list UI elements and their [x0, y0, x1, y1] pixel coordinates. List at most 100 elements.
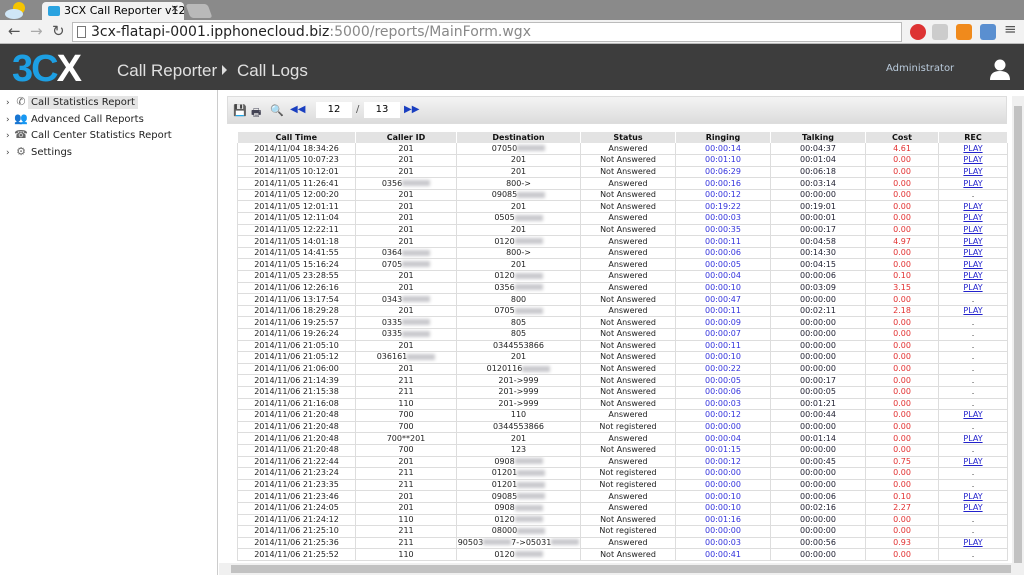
table-row[interactable]: 2014/11/06 19:26:24 0335 805 Not Answered 00… [237, 328, 1008, 341]
redacted-number [514, 272, 543, 279]
horizontal-scrollbar[interactable] [219, 563, 1024, 575]
table-row[interactable]: 2014/11/06 21:24:05 201 0908 Answered 00:00:… [237, 502, 1008, 515]
sidebar-item-call-center[interactable]: › ☎ Call Center Statistics Report [6, 128, 175, 143]
table-row[interactable]: 2014/11/06 21:05:12 036161 201 Not Answered… [237, 351, 1008, 364]
table-row[interactable]: 2014/11/06 21:23:46 201 09085 Answered 00:00… [237, 490, 1008, 503]
chevron-right-icon[interactable]: › [6, 115, 14, 125]
new-tab-button[interactable] [185, 4, 213, 18]
chevron-right-icon[interactable]: › [6, 148, 14, 158]
vertical-scrollbar[interactable] [1012, 96, 1024, 563]
table-row[interactable]: 2014/11/06 21:15:38 211 201->999 Not Answer… [237, 386, 1008, 399]
play-link[interactable]: PLAY [963, 202, 982, 211]
table-row[interactable]: 2014/11/06 21:25:10 211 08000 Not registere… [237, 525, 1008, 538]
user-name[interactable]: Administrator [886, 63, 954, 74]
redacted-number [514, 551, 543, 558]
table-row[interactable]: 2014/11/06 21:20:48 700**201 201 Answered 00… [237, 432, 1008, 445]
table-row[interactable]: 2014/11/06 21:22:44 201 0908 Answered 00:00:… [237, 456, 1008, 469]
play-link[interactable]: PLAY [963, 538, 982, 547]
scroll-thumb[interactable] [231, 565, 1011, 573]
play-link[interactable]: PLAY [963, 271, 982, 280]
table-row[interactable]: 2014/11/06 21:20:48 700 110 Answered 00:00:1… [237, 409, 1008, 422]
column-header[interactable]: REC [938, 132, 1008, 143]
table-row[interactable]: 2014/11/06 21:23:24 211 01201 Not registere… [237, 467, 1008, 480]
cell-talking: 00:00:00 [770, 479, 866, 492]
column-header[interactable]: Ringing [675, 132, 771, 143]
table-row[interactable]: 2014/11/06 18:29:28 201 0705 Answered 00:00:… [237, 305, 1008, 318]
forward-icon[interactable]: → [30, 22, 43, 40]
table-row[interactable]: 2014/11/05 15:16:24 0705 201 Answered 00:00:… [237, 258, 1008, 272]
play-link[interactable]: PLAY [963, 410, 982, 419]
last-page-icon[interactable]: ▶▶ [404, 104, 419, 115]
table-row[interactable]: 2014/11/06 13:17:54 0343 800 Not Answered 00… [237, 293, 1008, 306]
first-page-icon[interactable]: ◀◀ [290, 104, 305, 115]
column-header[interactable]: Destination [456, 132, 581, 143]
table-row[interactable]: 2014/11/06 21:25:52 110 0120 Not Answered 00… [237, 548, 1008, 561]
play-link[interactable]: PLAY [963, 434, 982, 443]
column-header[interactable]: Cost [865, 132, 939, 143]
table-row[interactable]: 2014/11/05 12:00:20 201 09085 Not Answered 0… [237, 189, 1008, 202]
close-tab-icon[interactable]: ✕ [171, 4, 179, 15]
table-row[interactable]: 2014/11/06 21:20:48 700 123 Not Answered 00:… [237, 444, 1008, 457]
table-row[interactable]: 2014/11/05 23:28:55 201 0120 Answered 00:00:… [237, 270, 1008, 283]
table-row[interactable]: 2014/11/04 18:34:26 201 07050 Answered 00:00… [237, 143, 1008, 156]
column-header[interactable]: Status [580, 132, 676, 143]
play-link[interactable]: PLAY [963, 225, 982, 234]
table-row[interactable]: 2014/11/05 10:07:23 201 201 Not Answered 00:… [237, 154, 1008, 167]
play-link[interactable]: PLAY [963, 155, 982, 164]
cell-ringing: 00:00:00 [675, 479, 771, 492]
play-link[interactable]: PLAY [963, 503, 982, 512]
chevron-right-icon[interactable]: › [6, 98, 14, 108]
play-link[interactable]: PLAY [963, 492, 982, 501]
table-row[interactable]: 2014/11/05 12:11:04 201 0505 Answered 00:00:… [237, 212, 1008, 225]
play-link[interactable]: PLAY [963, 179, 982, 188]
table-row[interactable]: 2014/11/05 11:26:41 0356 800-> Answered 00:0… [237, 177, 1008, 190]
play-link[interactable]: PLAY [963, 213, 982, 222]
play-link[interactable]: PLAY [963, 306, 982, 315]
menu-icon[interactable]: ≡ [1004, 20, 1017, 38]
table-row[interactable]: 2014/11/06 19:25:57 0335 805 Not Answered 00… [237, 316, 1008, 329]
chevron-right-icon[interactable]: › [6, 131, 14, 141]
play-link[interactable]: PLAY [963, 144, 982, 153]
extension-icon[interactable] [980, 24, 996, 40]
breadcrumb-app[interactable]: Call Reporter [117, 61, 217, 81]
play-link[interactable]: PLAY [963, 457, 982, 466]
table-row[interactable]: 2014/11/06 21:05:10 201 0344553866 Not Answ… [237, 340, 1008, 353]
user-icon[interactable] [989, 58, 1011, 80]
table-row[interactable]: 2014/11/05 14:41:55 0364 800-> Answered 00:0… [237, 247, 1008, 260]
extension-icon[interactable] [956, 24, 972, 40]
play-link[interactable]: PLAY [963, 260, 982, 269]
browser-tab[interactable]: 3CX Call Reporter v12.0 ✕ [42, 2, 184, 20]
extension-icon[interactable] [932, 24, 948, 40]
sidebar-item-advanced-reports[interactable]: › 👥 Advanced Call Reports [6, 112, 147, 127]
save-icon[interactable]: 💾 [233, 104, 247, 117]
column-header[interactable]: Caller ID [355, 132, 457, 143]
table-row[interactable]: 2014/11/06 21:25:36 211 90503 7->05031 Answe… [237, 537, 1008, 550]
table-row[interactable]: 2014/11/05 12:22:11 201 201 Not Answered 00:… [237, 224, 1008, 237]
play-link[interactable]: PLAY [963, 248, 982, 257]
extension-icon[interactable] [910, 24, 926, 40]
scroll-thumb[interactable] [1014, 106, 1022, 563]
print-icon[interactable]: 🖶 [251, 104, 261, 123]
sidebar-item-settings[interactable]: › ⚙ Settings [6, 145, 75, 160]
table-row[interactable]: 2014/11/06 12:26:16 201 0356 Answered 00:00:… [237, 282, 1008, 295]
column-header[interactable]: Talking [770, 132, 866, 143]
table-row[interactable]: 2014/11/06 21:20:48 700 0344553866 Not regi… [237, 421, 1008, 434]
table-row[interactable]: 2014/11/06 21:24:12 110 0120 Not Answered 00… [237, 514, 1008, 527]
reload-icon[interactable]: ↻ [52, 22, 65, 40]
page-input[interactable]: 12 [316, 102, 352, 118]
table-row[interactable]: 2014/11/06 21:14:39 211 201->999 Not Answer… [237, 374, 1008, 387]
search-icon[interactable]: 🔍 [270, 104, 284, 117]
table-row[interactable]: 2014/11/06 21:16:08 110 201->999 Not Answer… [237, 398, 1008, 411]
play-link[interactable]: PLAY [963, 283, 982, 292]
table-row[interactable]: 2014/11/05 10:12:01 201 201 Not Answered 00:… [237, 166, 1008, 179]
table-row[interactable]: 2014/11/05 12:01:11 201 201 Not Answered 00:… [237, 200, 1008, 214]
play-link[interactable]: PLAY [963, 167, 982, 176]
table-row[interactable]: 2014/11/06 21:06:00 201 0120116 Not Answere… [237, 363, 1008, 376]
back-icon[interactable]: ← [8, 22, 21, 40]
url-input[interactable]: 3cx-flatapi-0001.ipphonecloud.biz:5000/r… [72, 22, 902, 42]
play-link[interactable]: PLAY [963, 237, 982, 246]
sidebar-item-call-statistics[interactable]: › ✆ Call Statistics Report [6, 95, 138, 110]
column-header[interactable]: Call Time [237, 132, 356, 143]
table-row[interactable]: 2014/11/06 21:23:35 211 01201 Not registere… [237, 479, 1008, 492]
table-row[interactable]: 2014/11/05 14:01:18 201 0120 Answered 00:00:… [237, 235, 1008, 248]
